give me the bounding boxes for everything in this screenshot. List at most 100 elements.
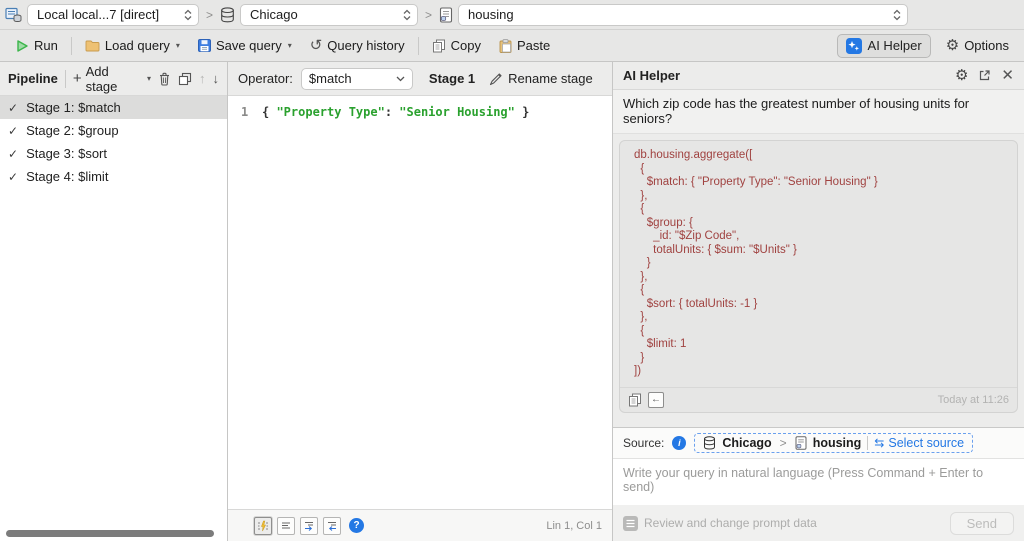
source-database: Chicago: [722, 436, 772, 450]
code-line: { "Property Type": "Senior Housing" }: [262, 105, 530, 119]
menu-caret-icon: ▾: [146, 74, 151, 83]
ai-sparkle-icon: [845, 37, 862, 54]
source-separator: [867, 436, 869, 450]
line-number: 1: [241, 105, 249, 119]
swap-arrows-icon: ⇆: [874, 436, 885, 450]
breadcrumb-separator: >: [779, 436, 787, 450]
delete-stage-icon[interactable]: [158, 72, 171, 86]
app-window: Local local...7 [direct] > Chicago > hou…: [0, 0, 1024, 541]
history-icon: ↺: [309, 37, 323, 54]
chevron-down-icon: [396, 76, 405, 82]
close-icon[interactable]: ✕: [1001, 68, 1014, 83]
ai-helper-title: AI Helper: [623, 68, 681, 83]
stage-editor-panel: Operator: $match Stage 1 Rename stage 1 …: [228, 62, 613, 541]
nl-query-input[interactable]: [613, 458, 1024, 505]
indent-left-icon[interactable]: [323, 516, 341, 535]
stage-checkbox[interactable]: ✓: [8, 124, 18, 138]
stage-editor-header: Operator: $match Stage 1 Rename stage: [228, 62, 612, 96]
source-selector[interactable]: Chicago > housing ⇆ Select source: [694, 433, 974, 453]
save-query-button[interactable]: Save query ▾: [193, 35, 297, 56]
pencil-icon: [489, 72, 503, 86]
add-stage-button[interactable]: + Add stage ▾: [73, 64, 151, 94]
connection-select[interactable]: Local local...7 [direct]: [27, 3, 199, 26]
chevron-updown-icon: [893, 9, 901, 21]
stage-checkbox[interactable]: ✓: [8, 170, 18, 184]
load-query-button[interactable]: Load query ▾: [80, 35, 185, 56]
folder-icon: [85, 39, 100, 52]
operator-select-value: $match: [308, 71, 352, 86]
plus-icon: +: [72, 70, 82, 87]
collection-icon: [439, 6, 453, 23]
menu-caret-icon: ▾: [287, 41, 292, 50]
chevron-updown-icon: [403, 9, 411, 21]
operator-select[interactable]: $match: [300, 67, 413, 90]
paste-button[interactable]: Paste: [494, 35, 555, 56]
run-button[interactable]: Run: [10, 35, 63, 56]
chat-area: db.housing.aggregate([ { $match: { "Prop…: [613, 134, 1024, 427]
move-stage-up-icon[interactable]: ↑: [199, 71, 206, 86]
insert-query-icon[interactable]: ←: [648, 391, 664, 408]
stage-code-editor[interactable]: 1 { "Property Type": "Senior Housing" }: [228, 96, 612, 509]
breadcrumb-separator: >: [425, 7, 433, 22]
save-icon: [197, 39, 211, 52]
ai-helper-button[interactable]: AI Helper: [836, 33, 931, 58]
send-button[interactable]: Send: [949, 511, 1014, 535]
stage-label: Stage 3: $sort: [26, 146, 108, 161]
database-select[interactable]: Chicago: [240, 3, 419, 26]
select-source-button[interactable]: ⇆ Select source: [874, 436, 964, 450]
message-timestamp: Today at 11:26: [937, 393, 1009, 406]
source-label: Source:: [623, 436, 665, 450]
ai-helper-header: AI Helper ⚙ ✕: [613, 62, 1024, 90]
operator-label: Operator:: [238, 71, 293, 86]
stage-label: Stage 4: $limit: [26, 169, 109, 184]
help-icon[interactable]: ?: [349, 518, 364, 533]
collection-select-value: housing: [468, 7, 514, 22]
stage-list-item[interactable]: ✓ Stage 3: $sort: [0, 142, 227, 165]
message-actions: ← Today at 11:26: [620, 386, 1017, 412]
stage-title: Stage 1: [428, 71, 476, 86]
collection-select[interactable]: housing: [458, 3, 909, 26]
rename-stage-button[interactable]: Rename stage: [489, 71, 593, 86]
copy-button[interactable]: Copy: [427, 35, 486, 56]
query-history-button[interactable]: ↺ Query history: [305, 35, 410, 56]
stage-checkbox[interactable]: ✓: [8, 147, 18, 161]
run-icon: [15, 39, 29, 53]
horizontal-scrollbar[interactable]: [6, 530, 214, 537]
ai-response-message: db.housing.aggregate([ { $match: { "Prop…: [619, 140, 1018, 413]
pipeline-panel: Pipeline + Add stage ▾ ↑ ↓ ✓ Stage 1: $m: [0, 62, 228, 541]
ai-helper-panel: AI Helper ⚙ ✕ Which zip code has the gre…: [613, 62, 1024, 541]
review-prompt-label[interactable]: Review and change prompt data: [644, 516, 817, 530]
toolbar-separator: [417, 36, 419, 55]
database-icon: [703, 436, 716, 450]
ai-settings-icon[interactable]: ⚙: [955, 68, 968, 83]
line-col-status: Lin 1, Col 1: [546, 519, 602, 532]
format-query-icon[interactable]: [254, 516, 272, 535]
info-icon[interactable]: i: [672, 436, 687, 450]
ai-response-code: db.housing.aggregate([ { $match: { "Prop…: [634, 149, 878, 377]
connection-select-value: Local local...7 [direct]: [37, 7, 160, 22]
stage-checkbox[interactable]: ✓: [8, 101, 18, 115]
chevron-updown-icon: [184, 9, 192, 21]
move-stage-down-icon[interactable]: ↓: [213, 71, 220, 86]
options-button[interactable]: ⚙ Options: [941, 35, 1014, 56]
connection-icon: [5, 7, 22, 23]
stage-list: ✓ Stage 1: $match ✓ Stage 2: $group ✓ St…: [0, 96, 227, 541]
review-prompt-icon: [623, 515, 638, 531]
source-row: Source: i Chicago > housing ⇆ Select sou…: [613, 427, 1024, 458]
duplicate-stage-icon[interactable]: [178, 72, 192, 86]
indent-right-icon[interactable]: [300, 516, 318, 535]
query-toolbar: Run Load query ▾ Save query ▾ ↺ Query hi…: [0, 30, 1024, 62]
compact-view-icon[interactable]: [277, 516, 295, 535]
stage-label: Stage 1: $match: [26, 100, 121, 115]
popout-icon[interactable]: [978, 69, 991, 82]
pipeline-header: Pipeline + Add stage ▾ ↑ ↓: [0, 62, 227, 96]
copy-response-icon[interactable]: [628, 393, 642, 407]
database-icon: [220, 6, 235, 23]
stage-list-item[interactable]: ✓ Stage 2: $group: [0, 119, 227, 142]
connection-bar: Local local...7 [direct] > Chicago > hou…: [0, 0, 1024, 30]
gear-icon: ⚙: [945, 37, 960, 54]
stage-list-item[interactable]: ✓ Stage 1: $match: [0, 96, 227, 119]
stage-list-item[interactable]: ✓ Stage 4: $limit: [0, 165, 227, 188]
editor-statusbar: ? Lin 1, Col 1: [228, 509, 612, 541]
collection-icon: [795, 436, 807, 450]
